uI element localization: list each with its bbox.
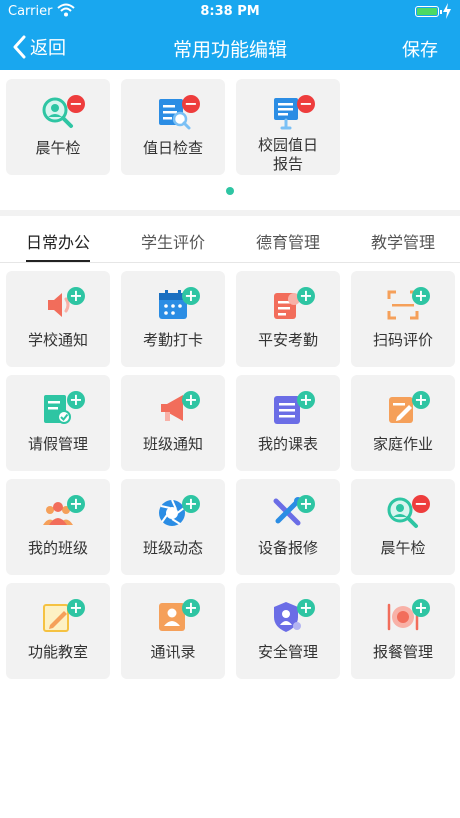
- function-label: 安全管理: [257, 643, 318, 661]
- function-tile[interactable]: + 功能教室: [6, 583, 110, 679]
- add-icon[interactable]: +: [67, 287, 85, 305]
- function-label: 晨午检: [380, 539, 426, 557]
- add-icon[interactable]: +: [297, 287, 315, 305]
- add-icon[interactable]: +: [297, 495, 315, 513]
- favorite-label: 晨午检: [35, 139, 81, 157]
- function-tile[interactable]: + 通讯录: [121, 583, 225, 679]
- function-label: 我的课表: [257, 435, 318, 453]
- function-tile[interactable]: + 平安考勤: [236, 271, 340, 367]
- function-label: 扫码评价: [372, 331, 433, 349]
- function-tile[interactable]: − 晨午检: [351, 479, 455, 575]
- favorite-label-line2: 报告: [272, 155, 303, 173]
- add-icon[interactable]: +: [412, 287, 430, 305]
- function-tile[interactable]: + 学校通知: [6, 271, 110, 367]
- page-indicator-dot: [226, 187, 234, 195]
- category-tabs: 日常办公 学生评价 德育管理 教学管理: [0, 216, 460, 263]
- active-tab-indicator: [26, 260, 90, 262]
- function-label: 报餐管理: [372, 643, 433, 661]
- function-label: 班级通知: [142, 435, 203, 453]
- function-label: 我的班级: [27, 539, 88, 557]
- add-icon[interactable]: +: [412, 391, 430, 409]
- remove-icon[interactable]: −: [182, 95, 200, 113]
- add-icon[interactable]: +: [297, 599, 315, 617]
- function-tile[interactable]: + 设备报修: [236, 479, 340, 575]
- tab-daily-office[interactable]: 日常办公: [26, 229, 90, 253]
- remove-icon[interactable]: −: [412, 495, 430, 513]
- function-label: 平安考勤: [257, 331, 318, 349]
- remove-icon[interactable]: −: [67, 95, 85, 113]
- function-label: 功能教室: [27, 643, 88, 661]
- status-bar: Carrier 8:38 PM: [0, 0, 460, 24]
- tab-student-evaluation[interactable]: 学生评价: [141, 229, 205, 253]
- function-tile[interactable]: + 我的课表: [236, 375, 340, 471]
- function-tile[interactable]: + 安全管理: [236, 583, 340, 679]
- function-tile[interactable]: + 家庭作业: [351, 375, 455, 471]
- favorite-item[interactable]: − 值日检查: [121, 79, 225, 175]
- nav-bar: 返回 常用功能编辑 保存: [0, 24, 460, 70]
- tab-moral-education[interactable]: 德育管理: [256, 229, 320, 253]
- add-icon[interactable]: +: [182, 287, 200, 305]
- battery-icon: [415, 6, 442, 17]
- function-label: 学校通知: [27, 331, 88, 349]
- tab-teaching-management[interactable]: 教学管理: [371, 229, 435, 253]
- favorite-label-line1: 校园值日: [257, 136, 318, 154]
- function-label: 通讯录: [150, 643, 196, 661]
- add-icon[interactable]: +: [182, 391, 200, 409]
- favorite-label: 校园值日 报告: [236, 136, 340, 174]
- favorite-label: 值日检查: [142, 139, 203, 157]
- add-icon[interactable]: +: [182, 495, 200, 513]
- favorite-item[interactable]: − 晨午检: [6, 79, 110, 175]
- favorite-item[interactable]: − 校园值日 报告: [236, 79, 340, 175]
- function-tile[interactable]: + 请假管理: [6, 375, 110, 471]
- clock: 8:38 PM: [200, 4, 260, 19]
- function-label: 设备报修: [257, 539, 318, 557]
- function-tile[interactable]: + 我的班级: [6, 479, 110, 575]
- function-tile[interactable]: + 班级动态: [121, 479, 225, 575]
- function-tile[interactable]: + 考勤打卡: [121, 271, 225, 367]
- function-tile[interactable]: + 班级通知: [121, 375, 225, 471]
- add-icon[interactable]: +: [182, 599, 200, 617]
- function-label: 考勤打卡: [142, 331, 203, 349]
- page-title: 常用功能编辑: [172, 39, 287, 61]
- remove-icon[interactable]: −: [297, 95, 315, 113]
- function-label: 请假管理: [27, 435, 88, 453]
- save-button[interactable]: 保存: [402, 36, 438, 62]
- function-label: 班级动态: [142, 539, 203, 557]
- function-tile[interactable]: + 扫码评价: [351, 271, 455, 367]
- function-tile[interactable]: + 报餐管理: [351, 583, 455, 679]
- add-icon[interactable]: +: [412, 599, 430, 617]
- charging-icon: [443, 3, 451, 19]
- add-icon[interactable]: +: [297, 391, 315, 409]
- add-icon[interactable]: +: [67, 391, 85, 409]
- add-icon[interactable]: +: [67, 495, 85, 513]
- function-label: 家庭作业: [372, 435, 433, 453]
- add-icon[interactable]: +: [67, 599, 85, 617]
